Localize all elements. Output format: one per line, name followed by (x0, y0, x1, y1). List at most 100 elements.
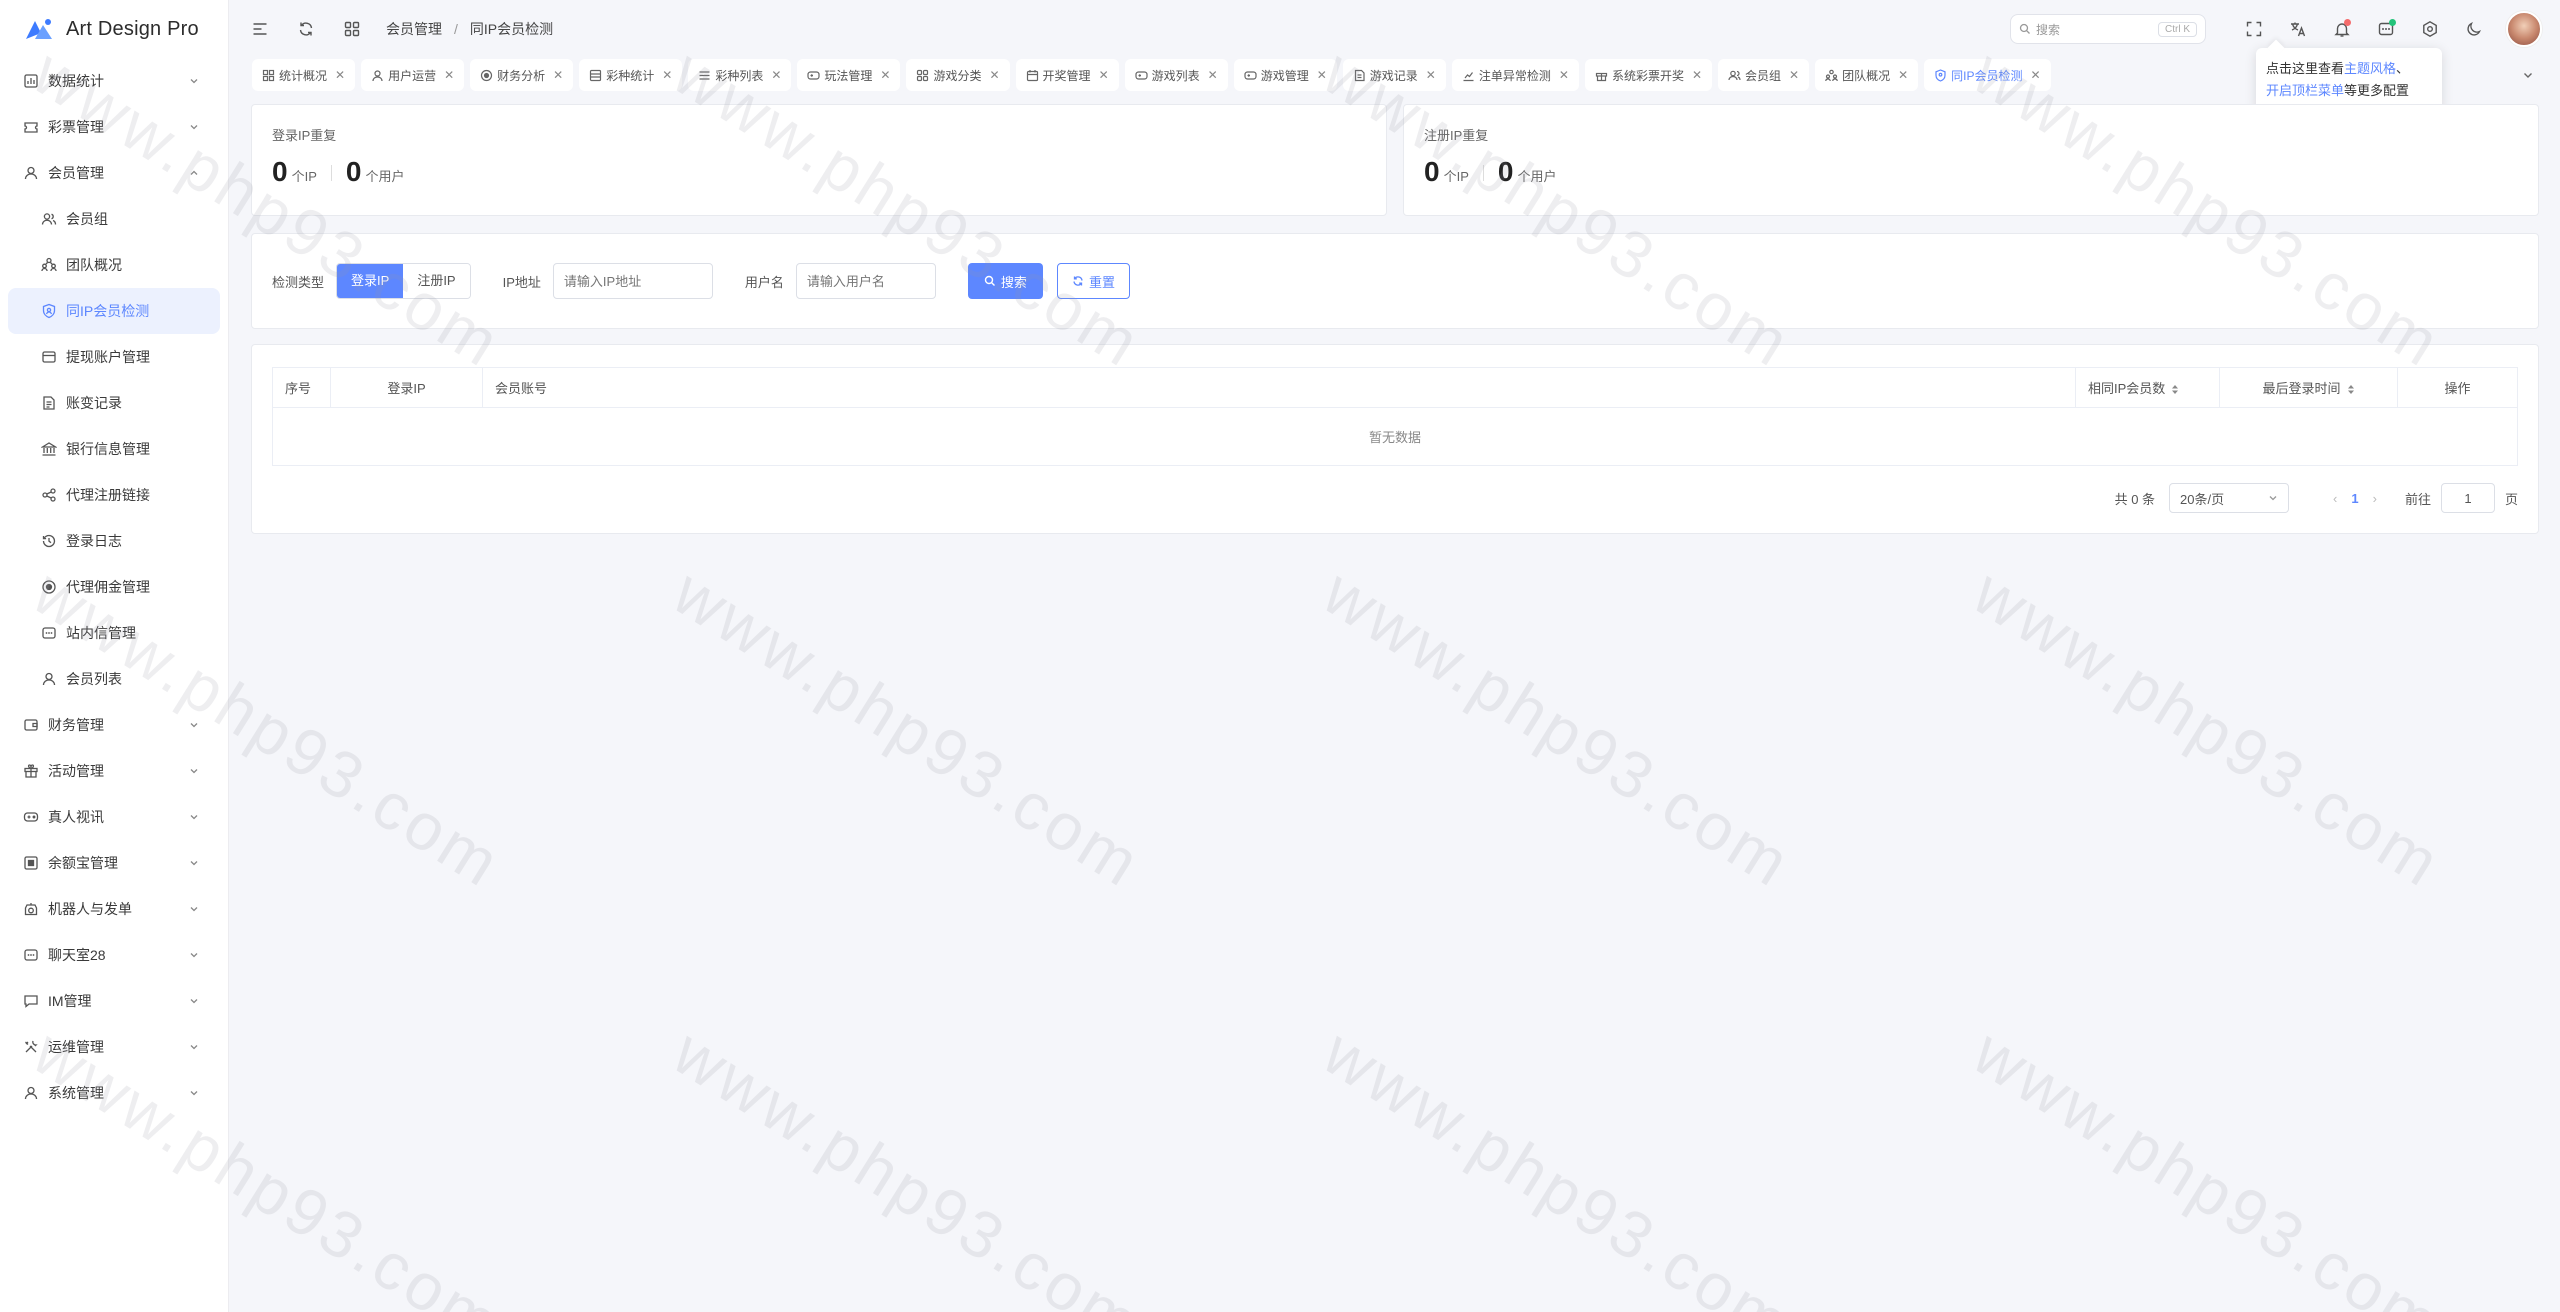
refresh-icon[interactable] (296, 19, 316, 39)
tab-item[interactable]: 会员组 ✕ (1718, 59, 1810, 91)
sidebar-item-label: 代理注册链接 (66, 487, 150, 503)
sidebar-item-system[interactable]: 系统管理 (0, 1070, 228, 1116)
gamepad-icon (1135, 69, 1148, 82)
notification-bell-icon[interactable] (2331, 18, 2353, 40)
user-icon (22, 164, 40, 182)
page-suffix: 页 (2504, 491, 2518, 507)
sidebar-subitem-login-logs[interactable]: 登录日志 (0, 518, 228, 564)
tab-item-active[interactable]: 同IP会员检测 ✕ (1924, 59, 2051, 91)
page-size-select[interactable]: 20条/页 (2169, 483, 2290, 513)
close-icon[interactable]: ✕ (1789, 68, 1799, 82)
column-header-index: 序号 (272, 367, 331, 408)
chevron-down-icon[interactable] (2516, 63, 2540, 87)
sidebar-item-activities[interactable]: 活动管理 (0, 748, 228, 794)
close-icon[interactable]: ✕ (1208, 68, 1218, 82)
top-menu-link[interactable]: 开启顶栏菜单 (2266, 83, 2344, 98)
close-icon[interactable]: ✕ (335, 68, 345, 82)
user-avatar[interactable] (2506, 11, 2542, 47)
translate-icon[interactable] (2287, 18, 2309, 40)
close-icon[interactable]: ✕ (2031, 68, 2041, 82)
sidebar-subitem-agent-commission[interactable]: 代理佣金管理 (0, 564, 228, 610)
close-icon[interactable]: ✕ (444, 68, 454, 82)
app-logo[interactable]: Art Design Pro (0, 0, 228, 58)
tab-item[interactable]: 财务分析 ✕ (470, 59, 574, 91)
sidebar-item-chatroom[interactable]: 聊天室28 (0, 932, 228, 978)
gamepad-icon (1244, 69, 1257, 82)
tab-item[interactable]: 游戏列表 ✕ (1124, 59, 1228, 91)
tab-item[interactable]: 注单异常检测 ✕ (1451, 59, 1579, 91)
tab-item[interactable]: 玩法管理 ✕ (797, 59, 901, 91)
sidebar-item-robots[interactable]: 机器人与发单 (0, 886, 228, 932)
sidebar-item-yuebao[interactable]: 余额宝管理 (0, 840, 228, 886)
next-page-icon[interactable]: › (2373, 491, 2377, 506)
sidebar-item-data-stats[interactable]: 数据统计 (0, 58, 228, 104)
apps-grid-icon[interactable] (342, 19, 362, 39)
type-option-login-ip[interactable]: 登录IP (337, 264, 404, 298)
reset-button[interactable]: 重置 (1056, 263, 1130, 299)
tab-item[interactable]: 系统彩票开奖 ✕ (1584, 59, 1713, 91)
close-icon[interactable]: ✕ (553, 68, 563, 82)
sidebar-item-members[interactable]: 会员管理 (0, 150, 228, 196)
tab-item[interactable]: 彩种列表 ✕ (688, 59, 792, 91)
sidebar-subitem-bank-info[interactable]: 银行信息管理 (0, 426, 228, 472)
watermark: www.php93.com (1311, 1014, 1806, 1312)
sidebar-item-lottery[interactable]: 彩票管理 (0, 104, 228, 150)
sidebar-item-live-video[interactable]: 真人视讯 (0, 794, 228, 840)
tab-item[interactable]: 统计概况 ✕ (252, 59, 356, 91)
search-icon (2019, 23, 2030, 34)
sidebar-subitem-balance-records[interactable]: 账变记录 (0, 380, 228, 426)
sidebar-item-label: 会员列表 (66, 671, 122, 687)
sidebar-subitem-same-ip-check[interactable]: 同IP会员检测 (8, 288, 220, 334)
close-icon[interactable]: ✕ (989, 68, 999, 82)
close-icon[interactable]: ✕ (1692, 68, 1702, 82)
page-number-current[interactable]: 1 (2351, 491, 2358, 506)
username-input[interactable] (795, 263, 936, 299)
close-icon[interactable]: ✕ (1559, 68, 1569, 82)
sidebar-subitem-agent-links[interactable]: 代理注册链接 (0, 472, 228, 518)
chevron-down-icon (190, 1091, 198, 1096)
sidebar-item-ops[interactable]: 运维管理 (0, 1024, 228, 1070)
fullscreen-icon[interactable] (2243, 18, 2265, 40)
tab-item[interactable]: 游戏管理 ✕ (1233, 59, 1337, 91)
global-search[interactable]: 搜索 Ctrl K (2010, 14, 2206, 44)
sidebar-item-finance[interactable]: 财务管理 (0, 702, 228, 748)
goto-page-input[interactable] (2440, 483, 2495, 513)
sidebar-subitem-site-messages[interactable]: 站内信管理 (0, 610, 228, 656)
tab-item[interactable]: 用户运营 ✕ (361, 59, 465, 91)
column-header-same-ip-count[interactable]: 相同IP会员数 (2075, 367, 2220, 408)
notification-dot (2344, 19, 2351, 26)
theme-style-link[interactable]: 主题风格 (2344, 61, 2396, 76)
close-icon[interactable]: ✕ (662, 68, 672, 82)
sidebar-subitem-member-group[interactable]: 会员组 (0, 196, 228, 242)
column-header-last-login-time[interactable]: 最后登录时间 (2219, 367, 2398, 408)
sidebar-subitem-team-overview[interactable]: 团队概况 (0, 242, 228, 288)
chevron-down-icon (190, 1045, 198, 1050)
sidebar-subitem-member-list[interactable]: 会员列表 (0, 656, 228, 702)
breadcrumb-item[interactable]: 会员管理 (386, 19, 442, 39)
pagination: 共 0 条 20条/页 ‹ 1 › 前往 页 (2115, 483, 2518, 513)
settings-gear-icon[interactable] (2419, 18, 2441, 40)
sidebar-item-im[interactable]: IM管理 (0, 978, 228, 1024)
prev-page-icon[interactable]: ‹ (2333, 491, 2337, 506)
tab-item[interactable]: 开奖管理 ✕ (1015, 59, 1119, 91)
search-button[interactable]: 搜索 (967, 263, 1043, 299)
type-option-register-ip[interactable]: 注册IP (403, 264, 470, 298)
tab-item[interactable]: 游戏记录 ✕ (1342, 59, 1446, 91)
tab-item[interactable]: 彩种统计 ✕ (579, 59, 683, 91)
ip-address-input[interactable] (552, 263, 713, 299)
tab-item[interactable]: 团队概况 ✕ (1815, 59, 1919, 91)
dark-mode-moon-icon[interactable] (2463, 18, 2485, 40)
close-icon[interactable]: ✕ (1317, 68, 1327, 82)
close-icon[interactable]: ✕ (1426, 68, 1436, 82)
close-icon[interactable]: ✕ (771, 68, 781, 82)
chat-box-icon[interactable] (2375, 18, 2397, 40)
close-icon[interactable]: ✕ (880, 68, 890, 82)
chat-box-icon (22, 946, 40, 964)
close-icon[interactable]: ✕ (1099, 68, 1109, 82)
close-icon[interactable]: ✕ (1898, 68, 1908, 82)
breadcrumb-current: 同IP会员检测 (469, 21, 554, 37)
top-header: 会员管理 / 同IP会员检测 搜索 Ctrl K (230, 0, 2560, 58)
tab-item[interactable]: 游戏分类 ✕ (906, 59, 1010, 91)
menu-fold-icon[interactable] (250, 19, 270, 39)
sidebar-subitem-withdraw-accounts[interactable]: 提现账户管理 (0, 334, 228, 380)
